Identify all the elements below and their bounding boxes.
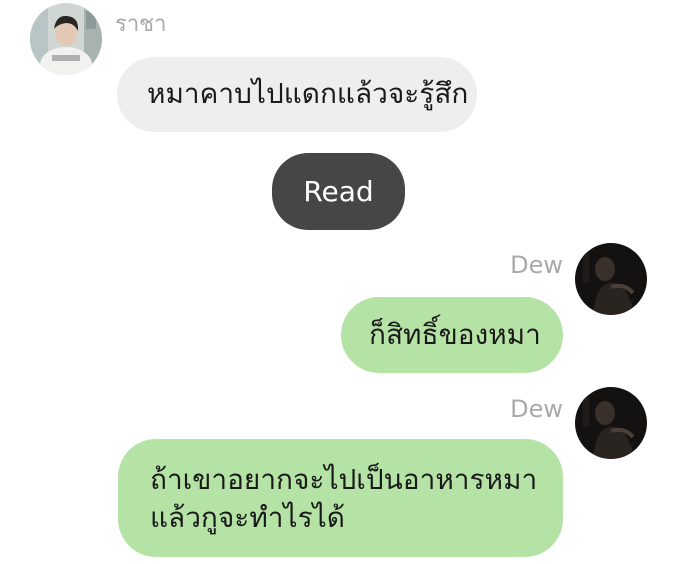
sender-name: Dew (510, 395, 563, 423)
incoming-message-bubble[interactable]: หมาคาบไปแดกแล้วจะรู้สึก (117, 57, 477, 132)
sender-name: Dew (510, 251, 563, 279)
sender-name: ราชา (115, 12, 167, 37)
read-status-badge: Read (272, 153, 405, 230)
outgoing-message-bubble[interactable]: ก็สิทธิ์ของหมา (341, 297, 563, 373)
avatar[interactable] (575, 387, 647, 459)
message-text: ก็สิทธิ์ของหมา (369, 318, 541, 351)
avatar[interactable] (575, 243, 647, 315)
message-text-line-2: แล้วกูจะทำไรได้ (150, 501, 345, 534)
chat-thread: ราชา หมาคาบไปแดกแล้วจะรู้สึก Read Dew ก็… (0, 0, 679, 564)
avatar-photo (575, 387, 647, 459)
avatar[interactable] (30, 3, 102, 75)
outgoing-message-bubble[interactable]: ถ้าเขาอยากจะไปเป็นอาหารหมา แล้วกูจะทำไรไ… (118, 439, 563, 557)
avatar-photo (575, 243, 647, 315)
message-text: หมาคาบไปแดกแล้วจะรู้สึก (147, 77, 469, 110)
avatar-photo (30, 3, 102, 75)
message-text-line-1: ถ้าเขาอยากจะไปเป็นอาหารหมา (150, 463, 538, 496)
